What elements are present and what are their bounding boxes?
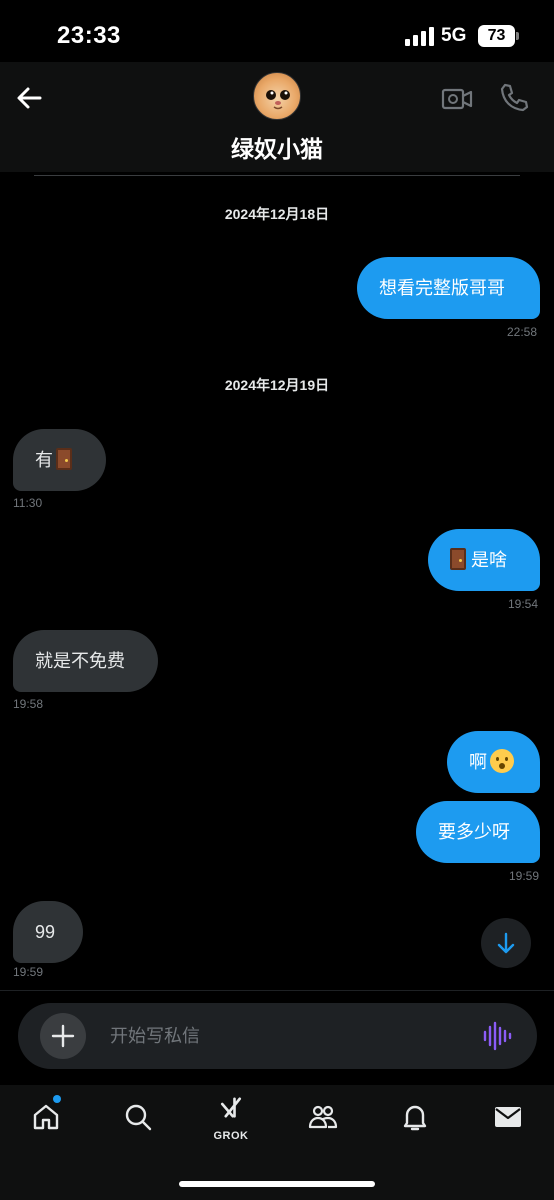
message-text: 要多少呀 [438,822,510,842]
plus-icon[interactable] [40,1013,86,1059]
network-type: 5G [441,25,467,46]
contact-name[interactable]: 绿奴小猫 [0,130,554,164]
message-bubble-incoming[interactable]: 就是不免费 [13,630,158,692]
back-arrow-icon[interactable] [12,80,48,116]
door-emoji-icon [450,548,466,571]
message-text: 啊 [469,752,487,772]
message-text: 有 [35,450,53,470]
home-indicator [179,1181,375,1187]
message-text: 想看完整版哥哥 [379,278,505,298]
message-input[interactable]: 开始写私信 [110,1003,470,1069]
status-bar: 23:33 5G 73 [0,0,554,62]
message-bubble-outgoing[interactable]: 想看完整版哥哥 [357,257,540,319]
anxious-face-emoji-icon [490,749,514,774]
search-icon[interactable] [116,1095,160,1139]
date-separator: 2024年12月19日 [224,377,330,393]
date-separator: 2024年12月18日 [224,206,330,222]
grok-label: GROK [213,1130,249,1142]
message-bubble-outgoing[interactable]: 是啥 [428,529,540,591]
message-text: 99 [35,922,56,942]
message-bubble-incoming[interactable]: 有 [13,429,106,491]
home-notification-dot [53,1095,61,1103]
status-time: 23:33 [57,22,121,49]
message-timestamp: 19:58 [13,697,44,711]
signal-icon [405,26,435,46]
avatar[interactable] [253,72,301,120]
message-timestamp: 19:59 [509,869,540,883]
door-emoji-icon [56,448,72,471]
message-composer: 开始写私信 [18,1003,537,1069]
message-timestamp: 22:58 [507,325,538,339]
phone-icon[interactable] [497,81,531,115]
message-text: 就是不免费 [35,651,125,671]
communities-icon[interactable] [301,1095,345,1139]
scroll-to-bottom-button[interactable] [481,918,531,968]
home-icon[interactable] [24,1095,68,1139]
header-divider [34,175,520,176]
conversation-header: 绿奴小猫 [0,62,554,172]
arrow-down-icon [497,932,515,954]
grok-icon[interactable]: GROK [209,1095,253,1142]
message-bubble-outgoing[interactable]: 啊 [447,731,540,793]
composer-divider [0,990,554,991]
battery-nub [516,32,519,40]
message-timestamp: 11:30 [13,496,43,510]
message-bubble-outgoing[interactable]: 要多少呀 [416,801,540,863]
mail-icon[interactable] [486,1095,530,1139]
video-camera-icon[interactable] [440,82,474,116]
battery-icon: 73 [478,25,515,47]
message-timestamp: 19:59 [13,965,44,979]
voice-waveform-icon[interactable] [482,1021,512,1051]
message-bubble-incoming[interactable]: 99 [13,901,83,963]
message-text: 是啥 [471,550,507,570]
bell-icon[interactable] [393,1095,437,1139]
message-timestamp: 19:54 [508,597,539,611]
